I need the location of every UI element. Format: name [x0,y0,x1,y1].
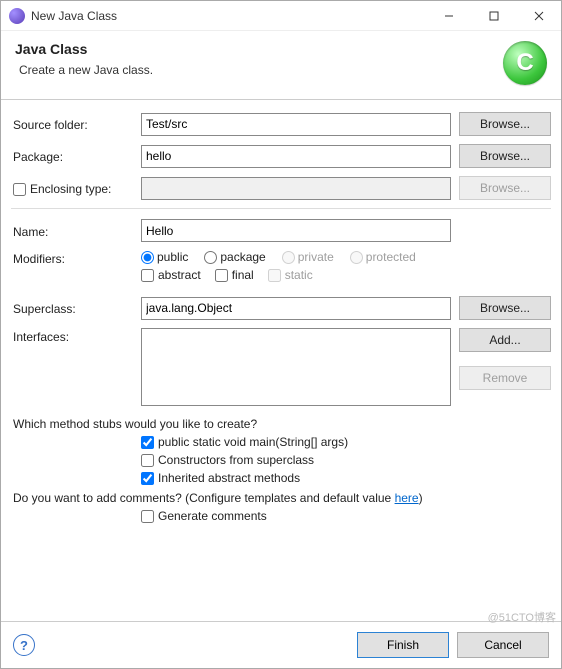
comments-question: Do you want to add comments? (Configure … [13,491,551,505]
enclosing-type-input [141,177,451,200]
source-folder-input[interactable] [141,113,451,136]
modifier-static-checkbox [268,269,281,282]
remove-interface-button: Remove [459,366,551,390]
footer: ? Finish Cancel [1,621,561,668]
label-interfaces: Interfaces: [11,328,141,344]
stubs-question: Which method stubs would you like to cre… [13,417,551,431]
class-icon: C [503,41,547,85]
close-button[interactable] [516,1,561,30]
help-icon[interactable]: ? [13,634,35,656]
finish-button[interactable]: Finish [357,632,449,658]
package-input[interactable] [141,145,451,168]
add-interface-button[interactable]: Add... [459,328,551,352]
browse-source-button[interactable]: Browse... [459,112,551,136]
label-superclass: Superclass: [11,300,141,316]
generate-comments-checkbox[interactable] [141,510,154,523]
modifier-final-checkbox[interactable] [215,269,228,282]
label-package: Package: [11,148,141,164]
label-source-folder: Source folder: [11,116,141,132]
browse-superclass-button[interactable]: Browse... [459,296,551,320]
cancel-button[interactable]: Cancel [457,632,549,658]
separator [11,208,551,209]
name-input[interactable] [141,219,451,242]
window-title: New Java Class [31,9,426,23]
maximize-button[interactable] [471,1,516,30]
modifier-private-radio [282,251,295,264]
label-name: Name: [11,223,141,239]
modifier-public-radio[interactable] [141,251,154,264]
stub-inherited-checkbox[interactable] [141,472,154,485]
label-modifiers: Modifiers: [11,250,141,266]
modifier-package-radio[interactable] [204,251,217,264]
minimize-button[interactable] [426,1,471,30]
enclosing-type-checkbox[interactable] [13,183,26,196]
superclass-input[interactable] [141,297,451,320]
stub-constructors-checkbox[interactable] [141,454,154,467]
modifier-abstract-checkbox[interactable] [141,269,154,282]
browse-enclosing-button: Browse... [459,176,551,200]
dialog-window: New Java Class Java Class Create a new J… [0,0,562,669]
interfaces-list[interactable] [141,328,451,406]
banner-subtitle: Create a new Java class. [19,63,503,77]
banner: Java Class Create a new Java class. C [1,31,561,100]
modifier-protected-radio [350,251,363,264]
titlebar: New Java Class [1,1,561,31]
browse-package-button[interactable]: Browse... [459,144,551,168]
form-content: Source folder: Browse... Package: Browse… [1,100,561,621]
banner-heading: Java Class [15,41,503,57]
label-enclosing-type: Enclosing type: [30,182,111,196]
stub-main-checkbox[interactable] [141,436,154,449]
configure-here-link[interactable]: here [395,491,419,505]
eclipse-icon [9,8,25,24]
